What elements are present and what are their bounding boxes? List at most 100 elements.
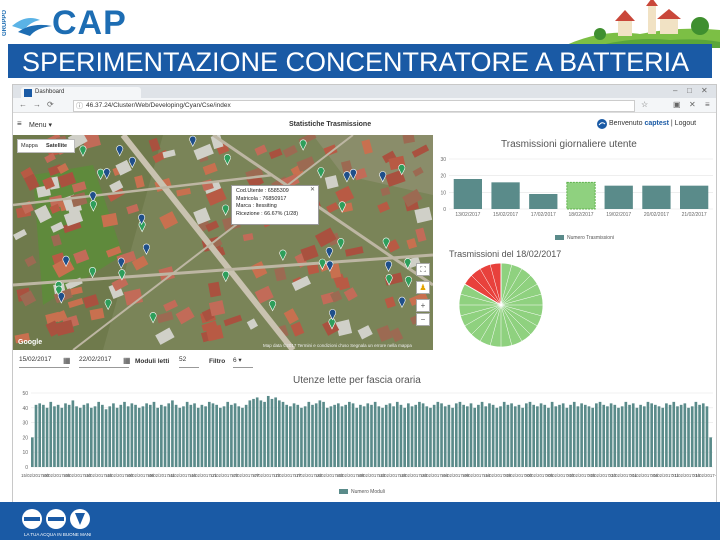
hourly-bar[interactable] [613,404,617,467]
hourly-bar[interactable] [502,401,506,467]
hourly-bar[interactable] [543,404,547,467]
fullscreen-icon[interactable]: ⛶ [416,263,430,276]
hourly-bar[interactable] [536,406,539,467]
hourly-bar[interactable] [270,398,274,467]
date-to-input[interactable]: 22/02/2017 [79,356,129,368]
hourly-bar[interactable] [447,404,451,467]
hourly-bar[interactable] [477,404,480,467]
hourly-bar[interactable] [300,407,303,467]
hourly-bar[interactable] [189,404,193,467]
daily-bar[interactable] [529,194,558,209]
hourly-bar[interactable] [340,406,344,467]
hourly-bar[interactable] [550,401,554,467]
hourly-bar[interactable] [576,406,580,467]
hourly-bar[interactable] [226,401,230,467]
map-type-toggle[interactable]: Mappa Satellite [17,139,75,153]
hourly-bar[interactable] [296,404,300,467]
hourly-bar[interactable] [547,407,550,467]
map-type-map[interactable]: Mappa [21,143,38,149]
hourly-bar[interactable] [709,437,712,467]
hourly-bar[interactable] [672,401,676,467]
hourly-bar[interactable] [123,401,126,467]
hourly-bar[interactable] [351,403,355,467]
extension-icon[interactable]: ▣ [673,100,681,110]
hourly-bar[interactable] [67,404,71,467]
hourly-bar[interactable] [101,404,104,467]
hourly-bar[interactable] [336,403,340,467]
hourly-bar[interactable] [263,401,266,467]
hourly-bar[interactable] [56,404,60,467]
hourly-bar[interactable] [211,403,215,467]
hourly-bar[interactable] [82,404,86,467]
hourly-bar[interactable] [178,407,182,467]
satellite-map[interactable]: Mappa Satellite ✕ Cod.Utente : 6585309 M… [13,135,433,350]
hourly-bar[interactable] [418,401,421,467]
hourly-bar[interactable] [499,406,502,467]
hourly-bar[interactable] [410,406,414,467]
logout-link[interactable]: Logout [675,120,696,127]
hourly-bar[interactable] [458,401,462,467]
hourly-bar[interactable] [196,407,200,467]
hourly-bar[interactable] [407,403,410,467]
hourly-bar[interactable] [156,407,159,467]
hourly-bar[interactable] [370,404,373,467]
hourly-bar[interactable] [421,403,425,467]
hourly-bar[interactable] [392,406,395,467]
hourly-bar[interactable] [49,401,53,467]
hourly-bar[interactable] [510,403,513,467]
hourly-bar[interactable] [598,401,602,467]
hourly-bar[interactable] [539,403,543,467]
hourly-bar[interactable] [524,403,528,467]
hourly-bar[interactable] [171,400,174,467]
hourly-bar[interactable] [53,406,56,467]
maximize-icon[interactable]: □ [687,86,692,96]
hourly-bar[interactable] [687,407,690,467]
security-icon[interactable]: ✕ [689,100,696,110]
hourly-bar[interactable] [454,403,458,467]
browser-tab[interactable]: Dashboard [21,87,141,98]
hourly-bar[interactable] [683,403,687,467]
hourly-bar[interactable] [314,403,318,467]
hourly-bar[interactable] [285,404,289,467]
hourly-bar[interactable] [440,403,443,467]
hourly-bar[interactable] [657,406,661,467]
browser-menu-icon[interactable]: ≡ [705,100,710,110]
hourly-bar[interactable] [620,406,624,467]
hourly-bar[interactable] [348,401,351,467]
hourly-bar[interactable] [303,406,307,467]
close-window-icon[interactable]: ✕ [701,86,708,96]
hourly-bar[interactable] [580,403,583,467]
hourly-bar[interactable] [661,407,665,467]
hourly-bar[interactable] [134,404,137,467]
hourly-bar[interactable] [595,403,598,467]
popup-close-icon[interactable]: ✕ [310,187,315,195]
hourly-bar[interactable] [705,406,709,467]
hourly-bar[interactable] [443,406,447,467]
hourly-bar[interactable] [469,403,473,467]
hourly-bar[interactable] [583,404,587,467]
hourly-bar[interactable] [71,400,75,467]
hourly-bar[interactable] [174,404,178,467]
hourly-bar[interactable] [130,403,134,467]
hourly-bar[interactable] [333,404,336,467]
forward-icon[interactable]: → [33,100,41,110]
hourly-bar[interactable] [152,401,156,467]
hourly-bar[interactable] [219,407,222,467]
hourly-bar[interactable] [38,403,42,467]
hourly-bar[interactable] [344,404,348,467]
hourly-bar[interactable] [429,407,432,467]
hourly-bar[interactable] [698,404,701,467]
hourly-bar[interactable] [425,406,429,467]
hourly-bar[interactable] [237,406,241,467]
hourly-bar[interactable] [222,406,226,467]
hourly-bar[interactable] [495,407,499,467]
minimize-icon[interactable]: – [673,86,677,96]
hourly-bar[interactable] [148,404,152,467]
hourly-bar[interactable] [115,407,119,467]
hourly-bar[interactable] [182,406,185,467]
hourly-bar[interactable] [399,404,403,467]
hourly-bar[interactable] [381,407,384,467]
hourly-bar[interactable] [89,407,93,467]
daily-bar[interactable] [566,181,596,210]
hourly-bar[interactable] [200,404,204,467]
